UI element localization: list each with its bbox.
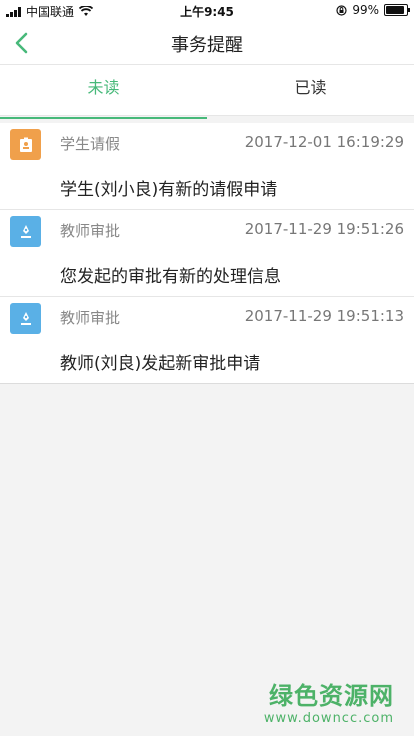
battery-icon [384, 4, 410, 16]
item-message: 学生(刘小良)有新的请假申请 [60, 180, 278, 200]
battery-percent: 99% [352, 3, 379, 17]
item-message: 教师(刘良)发起新审批申请 [60, 354, 261, 374]
list-item[interactable]: 教师审批 2017-11-29 19:51:26 您发起的审批有新的处理信息 [0, 210, 414, 297]
watermark: 绿色资源网 www.downcc.com [264, 676, 394, 726]
watermark-title: 绿色资源网 [269, 682, 394, 710]
nav-bar: 事务提醒 [0, 22, 414, 65]
item-time: 2017-11-29 19:51:26 [244, 220, 404, 238]
notification-list: 学生请假 2017-12-01 16:19:29 学生(刘小良)有新的请假申请 … [0, 123, 414, 384]
tab-bar: 未读 已读 [0, 65, 414, 119]
student-leave-icon [10, 129, 41, 160]
orientation-lock-icon [336, 4, 347, 16]
watermark-url: www.downcc.com [263, 711, 394, 726]
list-item[interactable]: 教师审批 2017-11-29 19:51:13 教师(刘良)发起新审批申请 [0, 297, 414, 384]
item-message: 您发起的审批有新的处理信息 [60, 267, 281, 287]
status-right: 99% [336, 3, 410, 17]
tab-read[interactable]: 已读 [207, 65, 414, 115]
page-title: 事务提醒 [171, 35, 243, 56]
item-time: 2017-11-29 19:51:13 [244, 307, 404, 325]
item-category: 教师审批 [60, 309, 121, 327]
list-item[interactable]: 学生请假 2017-12-01 16:19:29 学生(刘小良)有新的请假申请 [0, 123, 414, 210]
item-time: 2017-12-01 16:19:29 [244, 133, 404, 151]
item-category: 教师审批 [60, 222, 121, 240]
item-category: 学生请假 [60, 135, 121, 153]
teacher-approval-icon [10, 303, 41, 334]
tab-unread[interactable]: 未读 [0, 65, 207, 119]
status-bar: 中国联通 上午9:45 99% [0, 0, 414, 22]
teacher-approval-icon [10, 216, 41, 247]
